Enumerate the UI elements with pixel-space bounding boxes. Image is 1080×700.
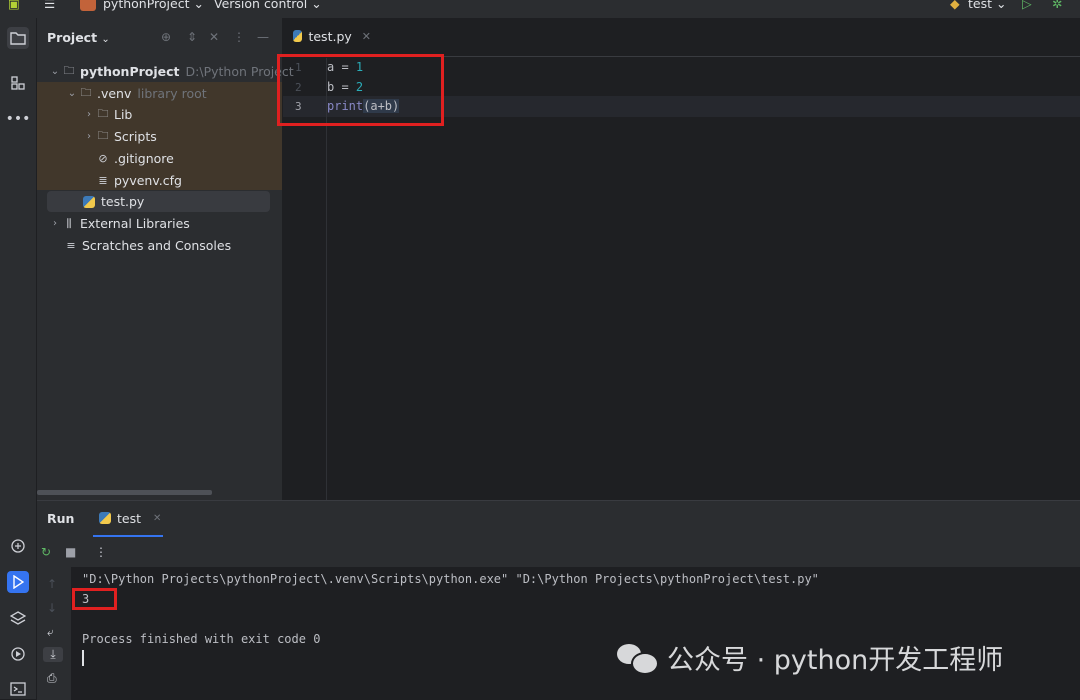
tree-item-label: Scripts (114, 129, 157, 144)
run-panel-header: Run test ✕ (37, 501, 1080, 537)
python-console-icon[interactable] (7, 535, 29, 557)
folder-icon: 🗀 (97, 129, 109, 142)
options-icon[interactable]: ⋮ (233, 30, 245, 44)
tree-item-label: .gitignore (114, 151, 174, 166)
main-toolbar: ▣ ☰ pythonProject ⌄ Version control ⌄ ◆ … (0, 0, 1080, 19)
run-button-icon[interactable]: ▷ (1022, 0, 1032, 11)
tab-test-py[interactable]: test.py ✕ (283, 18, 371, 56)
arrow-down-icon[interactable]: ↓ (47, 601, 57, 615)
tab-label: test.py (308, 28, 352, 44)
scroll-to-end-icon[interactable]: ⤓ (43, 647, 63, 662)
arrow-up-icon[interactable]: ↑ (47, 577, 57, 591)
run-config-label: test (968, 0, 993, 11)
chevron-down-icon: ⌄ (101, 34, 110, 45)
libraries-icon: ⫼ (66, 216, 72, 230)
print-icon[interactable]: ⎙ (47, 671, 57, 686)
tree-item-scratches[interactable]: ≡ Scratches and Consoles (37, 235, 308, 256)
red-annotation-box-code (277, 54, 444, 126)
expand-all-icon[interactable]: ⇕ (187, 30, 197, 44)
services-icon[interactable] (7, 643, 29, 665)
run-tool-icon[interactable] (7, 571, 29, 593)
tree-item-label: Lib (114, 107, 133, 122)
run-tab-label: test (117, 510, 142, 526)
console-command-line: "D:\Python Projects\pythonProject\.venv\… (82, 572, 819, 586)
editor-tab-bar: test.py ✕ (283, 18, 1080, 57)
watermark: 公众号 · python开发工程师 (617, 637, 1003, 677)
tree-item-label: pyvenv.cfg (114, 173, 182, 188)
run-config-selector[interactable]: test ⌄ (968, 0, 1006, 11)
tree-item-hint: library root (137, 86, 207, 101)
collapse-all-icon[interactable]: ✕ (209, 30, 219, 44)
tree-item-label: Scratches and Consoles (82, 238, 232, 253)
ignore-file-icon: ⊘ (98, 152, 108, 165)
project-panel-title[interactable]: Project ⌄ (47, 30, 110, 45)
project-folder-icon[interactable] (7, 27, 29, 49)
folder-icon: 🗀 (80, 86, 92, 99)
run-config-icon: ◆ (950, 0, 960, 11)
stop-icon[interactable]: ■ (65, 545, 76, 559)
more-tools-icon[interactable]: ••• (6, 108, 31, 130)
chevron-right-icon: › (53, 218, 57, 229)
project-badge-icon (80, 0, 96, 11)
main-menu-icon[interactable]: ☰ (44, 0, 55, 11)
red-annotation-box-output (72, 588, 117, 610)
locate-icon[interactable]: ⊕ (161, 30, 171, 44)
terminal-icon[interactable] (7, 678, 29, 700)
tree-item-label: .venv (97, 86, 132, 101)
close-icon[interactable]: ✕ (362, 30, 371, 43)
run-panel-title: Run (47, 511, 75, 526)
project-panel: Project ⌄ ⊕ ⇕ ✕ ⋮ — ⌄ 🗀 pythonProject D:… (37, 18, 294, 500)
chevron-down-icon: ⌄ (67, 88, 77, 99)
structure-icon[interactable] (7, 72, 29, 94)
run-toolbar: ↻ ■ ⋮ (37, 537, 1080, 568)
debug-button-icon[interactable]: ✲ (1052, 0, 1062, 11)
project-menu[interactable]: pythonProject ⌄ (103, 0, 204, 11)
python-file-icon (293, 30, 303, 42)
hide-panel-icon[interactable]: — (257, 30, 269, 44)
vcs-menu[interactable]: Version control ⌄ (214, 0, 322, 11)
scratches-icon: ≡ (66, 239, 76, 252)
chevron-right-icon: › (87, 131, 91, 142)
console-caret (82, 650, 84, 666)
close-icon[interactable]: ✕ (153, 513, 161, 524)
tree-item-venv[interactable]: ⌄ 🗀 .venv library root (37, 83, 311, 104)
tree-item-pythonproject[interactable]: ⌄ 🗀 pythonProject D:\Python Project (37, 61, 294, 82)
horizontal-scrollbar[interactable] (37, 490, 212, 495)
ide-logo-icon: ▣ (8, 0, 20, 11)
chevron-down-icon: ⌄ (50, 66, 60, 77)
more-options-icon[interactable]: ⋮ (95, 545, 107, 559)
rerun-icon[interactable]: ↻ (41, 545, 51, 559)
tree-item-label: External Libraries (80, 216, 190, 231)
project-menu-label: pythonProject (103, 0, 190, 11)
python-file-icon (83, 195, 95, 208)
config-file-icon: ≣ (98, 174, 108, 187)
chevron-right-icon: › (87, 109, 91, 120)
soft-wrap-icon[interactable]: ⤶ (47, 625, 54, 640)
project-title-label: Project (47, 30, 98, 45)
tree-item-external-libraries[interactable]: › ⫼ External Libraries (37, 213, 294, 234)
vcs-menu-label: Version control (214, 0, 308, 11)
run-tab-test[interactable]: test ✕ (93, 501, 163, 537)
layers-icon[interactable] (7, 607, 29, 629)
tree-item-label: test.py (101, 194, 145, 209)
tree-item-label: pythonProject (80, 64, 180, 79)
python-file-icon (99, 512, 111, 524)
watermark-text: 公众号 · python开发工程师 (667, 644, 1004, 676)
folder-icon: 🗀 (97, 107, 109, 120)
folder-icon: 🗀 (63, 64, 75, 77)
console-exit-message: Process finished with exit code 0 (82, 632, 321, 646)
run-side-toolbar: ↑ ↓ ⤶ ⤓ ⎙ (37, 567, 71, 700)
left-tool-strip: ••• (0, 18, 37, 699)
wechat-logo-icon (617, 642, 659, 675)
